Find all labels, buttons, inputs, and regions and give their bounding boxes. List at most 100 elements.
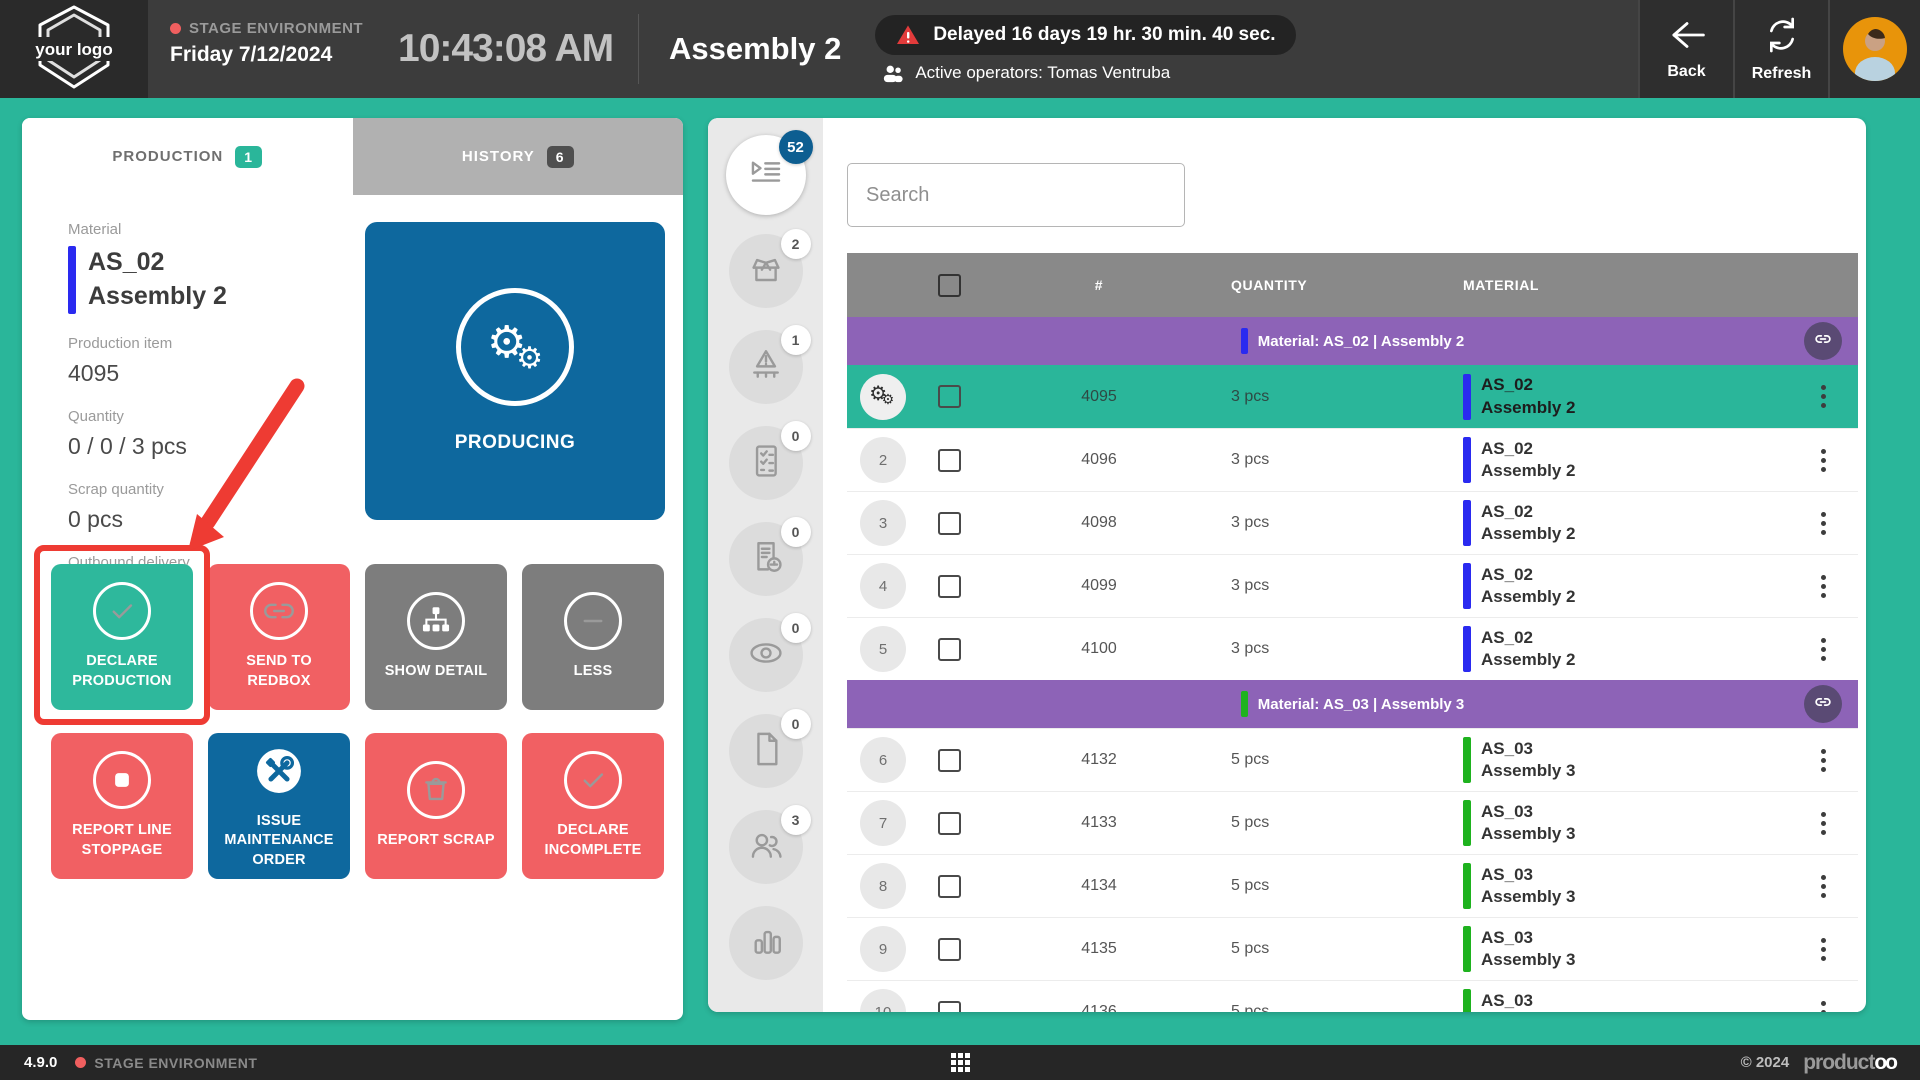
row-quantity: 3 pcs bbox=[1231, 640, 1269, 657]
current-date: Friday 7/12/2024 bbox=[170, 43, 398, 67]
row-menu-button[interactable] bbox=[1815, 869, 1832, 904]
row-material-bar bbox=[1463, 989, 1471, 1012]
avatar[interactable] bbox=[1843, 17, 1907, 81]
issue-maintenance-order-button[interactable]: ISSUE MAINTENANCE ORDER bbox=[208, 733, 350, 879]
refresh-button[interactable]: Refresh bbox=[1733, 0, 1828, 98]
tab-production-badge: 1 bbox=[235, 146, 262, 168]
row-menu-button[interactable] bbox=[1815, 632, 1832, 667]
row-material-bar bbox=[1463, 500, 1471, 546]
work-item-row[interactable]: ⚙⚙ 4095 3 pcs AS_02Assembly 2 bbox=[847, 365, 1858, 428]
work-item-row[interactable]: 5 4100 3 pcs AS_02Assembly 2 bbox=[847, 617, 1858, 680]
rail-item-line-stoppage[interactable]: 1 bbox=[729, 330, 803, 404]
link-icon bbox=[1812, 328, 1834, 354]
rail-item-file[interactable]: 0 bbox=[729, 714, 803, 788]
less-button[interactable]: LESS bbox=[522, 564, 664, 710]
scrap-label: Scrap quantity bbox=[68, 481, 358, 498]
row-id: 4135 bbox=[1081, 940, 1117, 957]
rail-item-checklist[interactable]: 0 bbox=[729, 426, 803, 500]
select-all-checkbox[interactable] bbox=[938, 274, 961, 297]
material-group-row[interactable]: Material: AS_02 | Assembly 2 bbox=[847, 317, 1858, 365]
producing-status-tile[interactable]: ⚙⚙ PRODUCING bbox=[365, 222, 665, 520]
row-checkbox[interactable] bbox=[938, 938, 961, 961]
table-header-row: # QUANTITY MATERIAL bbox=[847, 253, 1858, 317]
operators-icon bbox=[881, 62, 905, 84]
row-checkbox[interactable] bbox=[938, 385, 961, 408]
row-menu-button[interactable] bbox=[1815, 569, 1832, 604]
work-item-row[interactable]: 4 4099 3 pcs AS_02Assembly 2 bbox=[847, 554, 1858, 617]
user-avatar-block[interactable] bbox=[1828, 0, 1920, 98]
checklist-icon bbox=[744, 439, 788, 488]
footer-environment-label: STAGE ENVIRONMENT bbox=[94, 1055, 257, 1071]
row-material: AS_03Assembly 3 bbox=[1481, 990, 1576, 1012]
group-link-button[interactable] bbox=[1804, 685, 1842, 723]
rail-item-document-hand[interactable]: 0 bbox=[729, 522, 803, 596]
report-line-stoppage-button[interactable]: REPORT LINE STOPPAGE bbox=[51, 733, 193, 879]
rail-badge: 3 bbox=[781, 805, 811, 835]
group-color-bar bbox=[1241, 328, 1248, 354]
report-scrap-button[interactable]: REPORT SCRAP bbox=[365, 733, 507, 879]
rail-item-queue[interactable]: 52 bbox=[729, 138, 803, 212]
rail-item-team[interactable]: 3 bbox=[729, 810, 803, 884]
environment-block: STAGE ENVIRONMENT Friday 7/12/2024 bbox=[148, 0, 398, 98]
row-checkbox[interactable] bbox=[938, 449, 961, 472]
panel-tabs: PRODUCTION 1 HISTORY 6 bbox=[22, 118, 683, 195]
row-id: 4098 bbox=[1081, 514, 1117, 531]
row-checkbox[interactable] bbox=[938, 1001, 961, 1013]
row-menu-button[interactable] bbox=[1815, 995, 1832, 1013]
work-item-row[interactable]: 2 4096 3 pcs AS_02Assembly 2 bbox=[847, 428, 1858, 491]
rail-item-bar-chart[interactable] bbox=[729, 906, 803, 980]
row-menu-button[interactable] bbox=[1815, 379, 1832, 414]
apps-grid-icon[interactable] bbox=[951, 1053, 970, 1072]
row-checkbox[interactable] bbox=[938, 512, 961, 535]
rail-item-box[interactable]: 2 bbox=[729, 234, 803, 308]
row-menu-button[interactable] bbox=[1815, 932, 1832, 967]
back-button[interactable]: Back bbox=[1638, 0, 1733, 98]
row-menu-button[interactable] bbox=[1815, 743, 1832, 778]
work-item-row[interactable]: 9 4135 5 pcs AS_03Assembly 3 bbox=[847, 917, 1858, 980]
work-item-row[interactable]: 3 4098 3 pcs AS_02Assembly 2 bbox=[847, 491, 1858, 554]
row-id: 4099 bbox=[1081, 577, 1117, 594]
tab-history[interactable]: HISTORY 6 bbox=[353, 118, 684, 195]
action-label: REPORT LINE STOPPAGE bbox=[59, 821, 185, 860]
row-checkbox[interactable] bbox=[938, 638, 961, 661]
material-group-row[interactable]: Material: AS_03 | Assembly 3 bbox=[847, 680, 1858, 728]
status-block: Delayed 16 days 19 hr. 30 min. 40 sec. A… bbox=[875, 0, 1295, 98]
tab-production[interactable]: PRODUCTION 1 bbox=[22, 118, 353, 195]
declare-production-button[interactable]: DECLARE PRODUCTION bbox=[51, 564, 193, 710]
work-item-row[interactable]: 7 4133 5 pcs AS_03Assembly 3 bbox=[847, 791, 1858, 854]
row-checkbox[interactable] bbox=[938, 749, 961, 772]
footer-bar: 4.9.0 STAGE ENVIRONMENT © 2024 productoo bbox=[0, 1045, 1920, 1080]
row-quantity: 5 pcs bbox=[1231, 751, 1269, 768]
show-detail-button[interactable]: SHOW DETAIL bbox=[365, 564, 507, 710]
rail-badge: 0 bbox=[781, 709, 811, 739]
row-menu-button[interactable] bbox=[1815, 806, 1832, 841]
row-material-bar bbox=[1463, 626, 1471, 672]
material-name: Assembly 2 bbox=[88, 280, 227, 314]
rail-item-eye[interactable]: 0 bbox=[729, 618, 803, 692]
row-checkbox[interactable] bbox=[938, 812, 961, 835]
row-number: 6 bbox=[860, 737, 906, 783]
row-checkbox[interactable] bbox=[938, 875, 961, 898]
row-menu-button[interactable] bbox=[1815, 443, 1832, 478]
trash-circle-icon bbox=[407, 761, 465, 819]
avatar-image bbox=[1843, 17, 1907, 81]
work-item-row[interactable]: 8 4134 5 pcs AS_03Assembly 3 bbox=[847, 854, 1858, 917]
environment-dot-icon bbox=[170, 23, 181, 34]
queue-filter-rail: 522100003 bbox=[708, 118, 823, 1012]
work-item-row[interactable]: 6 4132 5 pcs AS_03Assembly 3 bbox=[847, 728, 1858, 791]
work-item-row[interactable]: 10 4136 5 pcs AS_03Assembly 3 bbox=[847, 980, 1858, 1012]
send-to-redbox-button[interactable]: SEND TO REDBOX bbox=[208, 564, 350, 710]
row-id: 4133 bbox=[1081, 814, 1117, 831]
row-menu-button[interactable] bbox=[1815, 506, 1832, 541]
action-label: SEND TO REDBOX bbox=[216, 652, 342, 691]
row-material: AS_03Assembly 3 bbox=[1481, 864, 1576, 908]
footer-environment: STAGE ENVIRONMENT bbox=[75, 1055, 257, 1071]
app-header: your logo STAGE ENVIRONMENT Friday 7/12/… bbox=[0, 0, 1920, 98]
refresh-label: Refresh bbox=[1752, 65, 1812, 83]
team-icon bbox=[744, 823, 788, 872]
declare-incomplete-button[interactable]: DECLARE INCOMPLETE bbox=[522, 733, 664, 879]
material-color-bar bbox=[68, 246, 76, 314]
search-input[interactable] bbox=[847, 163, 1185, 227]
row-checkbox[interactable] bbox=[938, 575, 961, 598]
group-link-button[interactable] bbox=[1804, 322, 1842, 360]
